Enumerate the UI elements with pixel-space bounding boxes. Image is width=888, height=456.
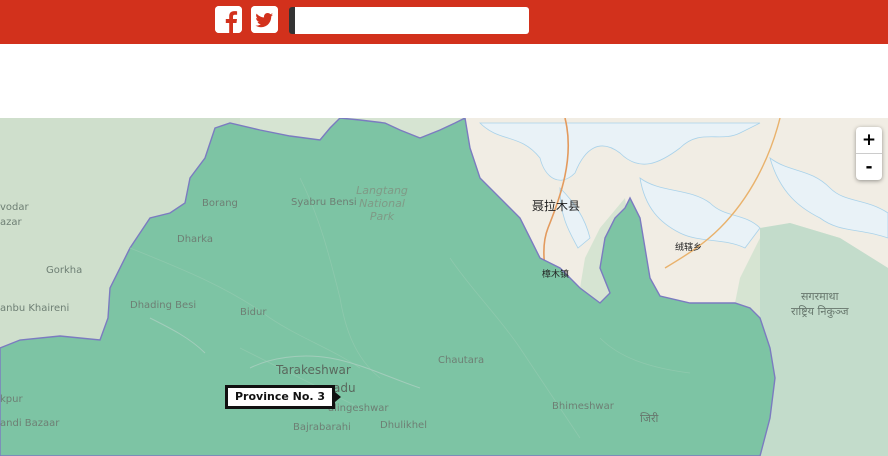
label-kpur: kpur	[0, 394, 23, 405]
label-rongxia: 绒辖乡	[675, 243, 703, 253]
label-chautara: Chautara	[438, 355, 485, 366]
top-bar	[0, 0, 888, 44]
zoom-out-button[interactable]: -	[856, 153, 882, 180]
facebook-icon	[215, 6, 242, 33]
search-input[interactable]	[289, 7, 529, 34]
label-tarakeshwar: Tarakeshwar	[276, 363, 351, 377]
label-borang: Borang	[202, 198, 238, 209]
label-dhulikhel: Dhulikhel	[380, 420, 427, 431]
label-gorkha: Gorkha	[46, 265, 83, 276]
label-rastriya-nikunj: राष्ट्रिय निकुञ्ज	[791, 305, 849, 318]
label-bidur: Bidur	[240, 307, 267, 318]
label-vodar: vodar	[0, 202, 29, 213]
label-bhimeshwar: Bhimeshwar	[552, 401, 614, 412]
label-azar: azar	[0, 217, 22, 228]
twitter-button[interactable]	[251, 6, 278, 33]
zoom-control: + -	[856, 127, 882, 180]
label-zhangmu: 樟木镇	[542, 270, 570, 280]
label-jiri: जिरी	[640, 412, 659, 425]
map-canvas	[0, 118, 888, 456]
label-alingeshwar: alingeshwar	[328, 403, 389, 414]
label-dhading-besi: Dhading Besi	[130, 300, 197, 311]
label-langtang: Langtang	[356, 184, 408, 197]
label-nyalam: 聂拉木县	[532, 199, 581, 213]
twitter-icon	[251, 6, 278, 33]
label-bajrabarahi: Bajrabarahi	[293, 422, 351, 433]
label-langtang-national-park: Langtang National Park	[350, 184, 414, 223]
label-dharka: Dharka	[177, 234, 214, 245]
label-anbu-khaireni: anbu Khaireni	[0, 303, 70, 314]
zoom-in-button[interactable]: +	[856, 127, 882, 153]
facebook-button[interactable]	[215, 6, 242, 33]
label-national: National	[359, 197, 405, 210]
label-andi-bazaar: andi Bazaar	[0, 418, 60, 429]
map-view[interactable]: vodar azar Borang Syabru Bensi Langtang …	[0, 118, 888, 456]
label-syabru-bensi: Syabru Bensi	[291, 197, 357, 208]
region-tooltip: Province No. 3	[225, 385, 342, 409]
label-sagarmatha: सगरमाथा	[801, 290, 839, 303]
page-spacer	[0, 44, 888, 118]
label-park: Park	[369, 210, 395, 223]
